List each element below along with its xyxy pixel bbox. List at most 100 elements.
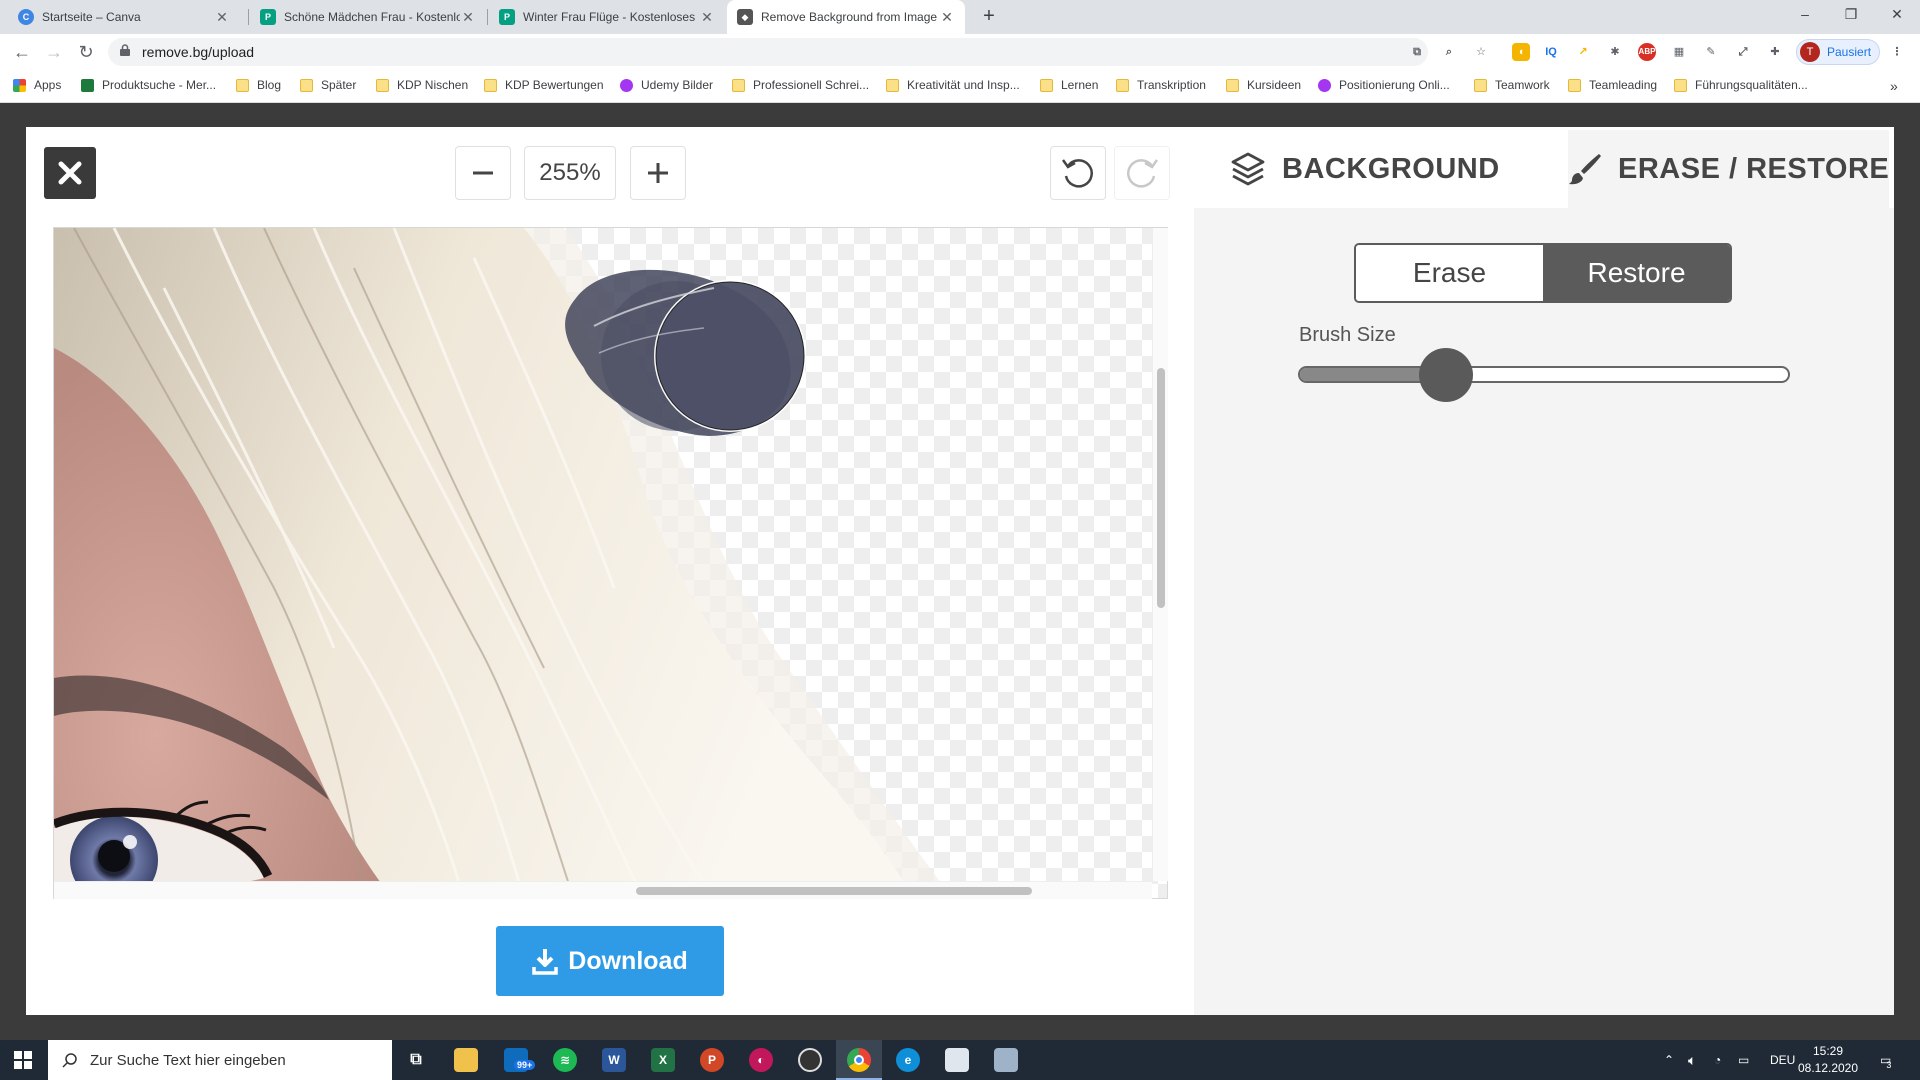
zoom-icon[interactable]: ⌕: [1440, 43, 1458, 61]
scrollbar-thumb[interactable]: [1157, 368, 1165, 608]
word-icon[interactable]: W: [602, 1048, 626, 1072]
chrome-icon[interactable]: [847, 1048, 871, 1072]
mail-icon[interactable]: 99+: [504, 1048, 536, 1072]
bookmark-item[interactable]: KDP Nischen: [376, 78, 468, 92]
tab-background[interactable]: BACKGROUND: [1230, 130, 1500, 208]
bookmark-label: Apps: [34, 78, 62, 92]
clock[interactable]: 15:29 08.12.2020: [1796, 1043, 1860, 1077]
extension-icon[interactable]: ↗: [1574, 43, 1592, 61]
minus-icon: [473, 171, 493, 175]
undo-button[interactable]: [1050, 146, 1106, 200]
extension-icon[interactable]: ✱: [1606, 43, 1624, 61]
bookmark-item[interactable]: Professionell Schrei...: [732, 78, 869, 92]
extension-icon[interactable]: ◖: [1512, 43, 1530, 61]
adblock-icon[interactable]: ABP: [1638, 43, 1656, 61]
obs-icon[interactable]: [798, 1048, 822, 1072]
edge-icon[interactable]: e: [896, 1048, 920, 1072]
back-arrow-icon[interactable]: ←: [10, 40, 34, 64]
zoom-in-button[interactable]: [630, 146, 686, 200]
eyedropper-icon[interactable]: ✎: [1702, 43, 1720, 61]
bookmark-item[interactable]: Blog: [236, 78, 281, 92]
close-editor-button[interactable]: [44, 147, 96, 199]
bookmark-item[interactable]: Transkription: [1116, 78, 1206, 92]
vertical-scrollbar[interactable]: [1152, 228, 1168, 881]
folder-icon: [300, 78, 313, 92]
notification-icon[interactable]: ▭ 3: [1880, 1040, 1891, 1080]
more-bookmarks-chevron-icon[interactable]: »: [1890, 78, 1898, 94]
puzzle-icon[interactable]: ✚: [1766, 43, 1784, 61]
close-icon[interactable]: ✕: [460, 9, 476, 26]
windows-start-icon[interactable]: [14, 1051, 32, 1069]
file-explorer-icon[interactable]: [454, 1048, 478, 1072]
apps-grid-icon: [13, 78, 26, 92]
restore-button[interactable]: ❐: [1828, 0, 1874, 30]
close-icon[interactable]: ✕: [699, 9, 715, 26]
powerpoint-icon[interactable]: P: [700, 1048, 724, 1072]
bookmark-item[interactable]: Führungsqualitäten...: [1674, 78, 1808, 92]
bookmark-item[interactable]: Teamleading: [1568, 78, 1657, 92]
task-view-icon[interactable]: ⧉: [404, 1048, 428, 1072]
bookmark-item[interactable]: Kursideen: [1226, 78, 1301, 92]
editor-canvas[interactable]: [53, 227, 1168, 899]
translate-icon[interactable]: ⧉: [1408, 43, 1426, 61]
search-icon: [62, 1053, 77, 1068]
pexels-icon: P: [260, 9, 276, 25]
reload-icon[interactable]: ↻: [74, 40, 98, 64]
folder-icon: [1474, 78, 1487, 92]
tab-title: Remove Background from Image: [761, 10, 938, 24]
download-icon: [532, 949, 559, 975]
app-icon[interactable]: ◐: [749, 1048, 773, 1072]
extension-icon[interactable]: ▦: [1670, 43, 1688, 61]
folder-icon: [1568, 78, 1581, 92]
tab-erase-restore[interactable]: ERASE / RESTORE: [1568, 130, 1890, 208]
redo-button[interactable]: [1114, 146, 1170, 200]
window-close-button[interactable]: ✕: [1874, 0, 1920, 30]
browser-tab[interactable]: P Winter Frau Flüge - Kostenloses ✕: [489, 0, 725, 34]
fullscreen-icon[interactable]: ⤢: [1734, 43, 1752, 61]
folder-icon: [376, 78, 389, 92]
close-icon[interactable]: ✕: [939, 9, 955, 26]
tray-chevron-icon[interactable]: ⌃: [1664, 1040, 1674, 1080]
network-icon[interactable]: ◔: [1714, 1040, 1721, 1080]
excel-icon[interactable]: X: [651, 1048, 675, 1072]
bookmark-item[interactable]: Später: [300, 78, 356, 92]
slider-handle[interactable]: [1418, 348, 1473, 402]
zoom-level: 255%: [524, 146, 616, 200]
bookmark-item[interactable]: Teamwork: [1474, 78, 1550, 92]
volume-icon[interactable]: 🔈︎: [1688, 1040, 1696, 1080]
zoom-out-button[interactable]: [455, 146, 511, 200]
address-bar[interactable]: remove.bg/upload: [108, 38, 1428, 66]
bookmark-apps[interactable]: Apps: [13, 78, 61, 92]
bookmark-item[interactable]: Positionierung Onli...: [1318, 78, 1450, 92]
new-tab-button[interactable]: +: [976, 4, 1002, 30]
app-icon[interactable]: [945, 1048, 969, 1072]
bookmark-item[interactable]: Kreativität und Insp...: [886, 78, 1020, 92]
bookmark-label: Später: [321, 78, 357, 92]
bookmark-item[interactable]: KDP Bewertungen: [484, 78, 604, 92]
browser-tab[interactable]: C Startseite – Canva ✕: [8, 0, 240, 34]
udemy-icon: [1318, 78, 1331, 92]
bookmark-item[interactable]: Produktsuche - Mer...: [81, 78, 216, 92]
extension-iq-icon[interactable]: IQ: [1542, 43, 1560, 61]
bookmark-star-icon[interactable]: ☆: [1472, 43, 1490, 61]
language-indicator[interactable]: DEU: [1770, 1040, 1795, 1080]
restore-option[interactable]: Restore: [1543, 245, 1730, 301]
minimize-button[interactable]: –: [1782, 0, 1828, 30]
bookmark-item[interactable]: Lernen: [1040, 78, 1098, 92]
taskbar-search[interactable]: Zur Suche Text hier eingeben: [48, 1040, 392, 1080]
profile-button[interactable]: T Pausiert: [1796, 39, 1880, 65]
keyboard-icon[interactable]: ▭: [1738, 1040, 1749, 1080]
forward-arrow-icon[interactable]: →: [42, 40, 66, 64]
spotify-icon[interactable]: ≋: [553, 1048, 577, 1072]
download-button[interactable]: Download: [496, 926, 724, 996]
browser-tab-active[interactable]: ◆ Remove Background from Image ✕: [727, 0, 965, 34]
browser-tab[interactable]: P Schöne Mädchen Frau - Kostenlo ✕: [250, 0, 486, 34]
tab-title: Startseite – Canva: [42, 10, 141, 24]
horizontal-scrollbar[interactable]: [54, 881, 1152, 899]
app-icon[interactable]: [994, 1048, 1018, 1072]
scrollbar-thumb[interactable]: [636, 887, 1032, 895]
bookmark-item[interactable]: Udemy Bilder: [620, 78, 713, 92]
close-icon[interactable]: ✕: [214, 9, 230, 26]
menu-dots-icon[interactable]: ⋮: [1888, 43, 1906, 61]
erase-option[interactable]: Erase: [1356, 245, 1543, 301]
